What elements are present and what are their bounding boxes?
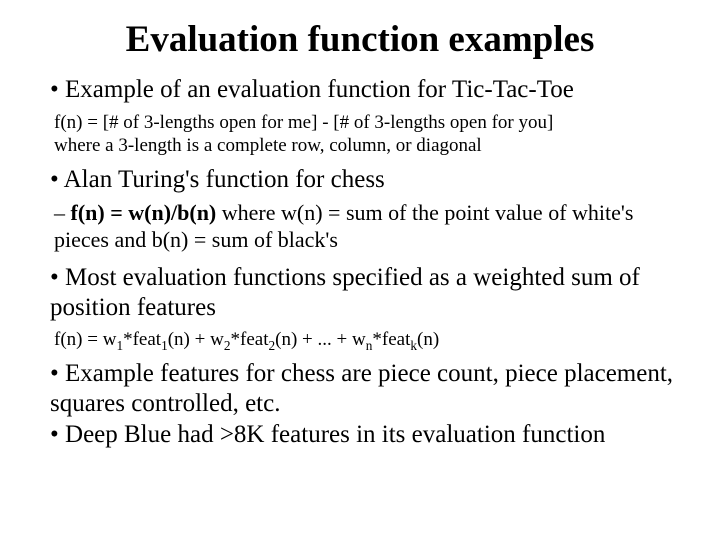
bullet-list-4: Example features for chess are piece cou… <box>30 359 690 450</box>
bullet-1-detail: f(n) = [# of 3-lengths open for me] - [#… <box>54 111 690 157</box>
bullet-list-3: Most evaluation functions specified as a… <box>30 263 690 322</box>
bullet-3-detail: f(n) = w1*feat1(n) + w2*feat2(n) + ... +… <box>54 328 690 351</box>
bullet-2-detail: f(n) = w(n)/b(n) where w(n) = sum of the… <box>54 200 690 253</box>
tictactoe-formula: f(n) = [# of 3-lengths open for me] - [#… <box>54 111 690 134</box>
ff1: *feat <box>123 329 161 350</box>
fn1: (n) + <box>168 329 210 350</box>
bullet-3: Most evaluation functions specified as a… <box>50 263 690 322</box>
slide-container: Evaluation function examples Example of … <box>0 0 720 540</box>
bullet-list: Example of an evaluation function for Ti… <box>30 75 690 105</box>
fs2: 2 <box>224 338 231 353</box>
bullet-2: Alan Turing's function for chess <box>50 165 690 195</box>
ff2: *feat <box>231 329 269 350</box>
fwn: w <box>352 329 366 350</box>
bullet-1: Example of an evaluation function for Ti… <box>50 75 690 105</box>
fw1: w <box>103 329 117 350</box>
bullet-4: Example features for chess are piece cou… <box>50 359 690 418</box>
fn2: (n) + ... + <box>275 329 352 350</box>
fw2: w <box>210 329 224 350</box>
slide-title: Evaluation function examples <box>30 18 690 61</box>
ffn: *feat <box>372 329 410 350</box>
tictactoe-explain: where a 3-length is a complete row, colu… <box>54 134 690 157</box>
turing-line: f(n) = w(n)/b(n) where w(n) = sum of the… <box>54 200 633 251</box>
bullet-5: Deep Blue had >8K features in its evalua… <box>50 420 690 450</box>
weighted-formula: f(n) = w1*feat1(n) + w2*feat2(n) + ... +… <box>54 329 439 350</box>
turing-formula: f(n) = w(n)/b(n) <box>71 200 217 225</box>
bullet-list-2: Alan Turing's function for chess <box>30 165 690 195</box>
fnn: (n) <box>417 329 439 350</box>
ffs1: 1 <box>161 338 168 353</box>
fprefix: f(n) = <box>54 329 103 350</box>
